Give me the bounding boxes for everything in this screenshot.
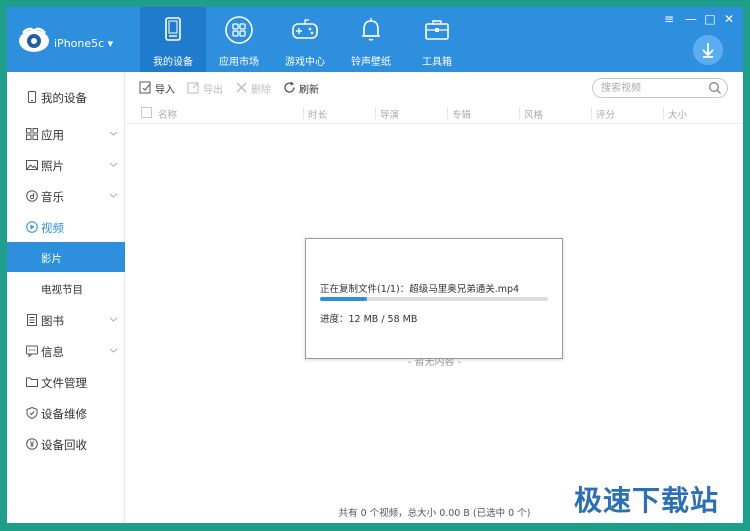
progress-bar: [320, 297, 548, 301]
gamepad-icon: [292, 19, 318, 39]
copy-status-text: 正在复制文件(1/1)：超级马里奥兄弟通关.mp4: [320, 284, 520, 295]
sidebar-item-photos[interactable]: 照片: [7, 150, 125, 180]
tab-ringtones-wallpapers[interactable]: 铃声壁纸: [338, 7, 404, 72]
bell-icon: [362, 18, 380, 41]
site-watermark: 极速下载站: [574, 484, 720, 517]
col-size[interactable]: 大小: [668, 107, 687, 121]
select-all-checkbox[interactable]: [141, 107, 152, 118]
sidebar-item-apps[interactable]: 应用: [7, 119, 125, 149]
column-divider: [519, 107, 520, 119]
sidebar-item-my-device[interactable]: 我的设备: [7, 82, 125, 112]
grid-icon: [26, 128, 38, 140]
refresh-icon: [284, 81, 295, 93]
sidebar-item-label: 设备维修: [41, 407, 87, 421]
refresh-button[interactable]: 刷新: [283, 81, 323, 96]
download-icon: [702, 43, 714, 58]
table-header: 名称 时长 导演 专辑 风格 评分 大小: [126, 102, 743, 124]
chevron-down-icon: [109, 348, 118, 353]
delete-icon: [236, 82, 247, 93]
tab-toolbox[interactable]: 工具箱: [404, 7, 470, 72]
tab-game-center[interactable]: 游戏中心: [272, 7, 338, 72]
export-label: 导出: [203, 85, 223, 96]
itools-logo-icon: [19, 27, 49, 52]
download-manager-button[interactable]: [693, 35, 723, 65]
tab-app-market[interactable]: 应用市场: [206, 7, 272, 72]
message-icon: [26, 345, 38, 357]
copy-progress-dialog: 正在复制文件(1/1)：超级马里奥兄弟通关.mp4 进度：12 MB / 58 …: [305, 238, 563, 359]
tab-my-device[interactable]: 我的设备: [140, 7, 206, 72]
folder-icon: [26, 377, 38, 387]
delete-label: 删除: [251, 85, 271, 96]
sidebar-item-label: 文件管理: [41, 376, 87, 390]
sidebar-item-device-recycle[interactable]: 设备回收: [7, 429, 125, 459]
sidebar-item-music[interactable]: 音乐: [7, 181, 125, 211]
sidebar-item-tv-shows[interactable]: 电视节目: [7, 273, 125, 303]
sidebar: 我的设备 应用 照片 音乐 视频 影片 电视节目 图书 信息 文件管理 设备维修…: [7, 72, 125, 523]
refresh-label: 刷新: [299, 85, 319, 96]
sidebar-item-video[interactable]: 视频: [7, 212, 125, 242]
col-album[interactable]: 专辑: [452, 107, 471, 121]
maximize-icon[interactable]: □: [703, 12, 717, 26]
column-divider: [663, 107, 664, 119]
export-button[interactable]: 导出: [187, 81, 227, 96]
sidebar-item-file-management[interactable]: 文件管理: [7, 367, 125, 397]
sidebar-item-label: 设备回收: [41, 438, 87, 452]
col-name[interactable]: 名称: [158, 107, 177, 121]
menu-icon[interactable]: ≡: [662, 12, 676, 26]
sidebar-item-label: 我的设备: [41, 91, 87, 105]
toolbox-icon: [425, 20, 449, 40]
music-icon: [26, 190, 38, 202]
chevron-down-icon: [109, 317, 118, 322]
sidebar-item-messages[interactable]: 信息: [7, 336, 125, 366]
top-bar: iPhone5c ▾ 我的设备 应用市场 游戏中心 铃声壁纸 工具箱 ≡ — □…: [7, 7, 743, 72]
sidebar-item-movies[interactable]: 影片: [7, 242, 125, 272]
app-window: iPhone5c ▾ 我的设备 应用市场 游戏中心 铃声壁纸 工具箱 ≡ — □…: [7, 7, 743, 523]
device-selector[interactable]: iPhone5c ▾: [54, 37, 113, 50]
search-icon[interactable]: [708, 81, 722, 95]
column-divider: [591, 107, 592, 119]
chevron-down-icon: [109, 162, 118, 167]
chevron-down-icon: [109, 131, 118, 136]
column-divider: [375, 107, 376, 119]
tab-label: 应用市场: [219, 57, 259, 68]
col-duration[interactable]: 时长: [308, 107, 327, 121]
delete-button[interactable]: 删除: [235, 81, 275, 96]
app-grid-icon: [225, 16, 253, 44]
column-divider: [303, 107, 304, 119]
import-icon: [139, 81, 151, 94]
phone-icon: [28, 91, 36, 103]
play-icon: [26, 221, 38, 233]
repair-icon: [26, 407, 38, 419]
import-label: 导入: [155, 85, 175, 96]
tab-label: 铃声壁纸: [351, 57, 391, 68]
sidebar-item-label: 应用: [41, 128, 64, 142]
tab-label: 游戏中心: [285, 57, 325, 68]
sidebar-item-label: 电视节目: [41, 284, 83, 296]
sidebar-item-label: 影片: [41, 253, 62, 265]
sidebar-item-label: 视频: [41, 221, 64, 235]
tablet-icon: [165, 17, 181, 41]
close-icon[interactable]: ✕: [722, 12, 736, 26]
sidebar-item-books[interactable]: 图书: [7, 305, 125, 335]
col-director[interactable]: 导演: [380, 107, 399, 121]
column-divider: [447, 107, 448, 119]
sidebar-item-label: 音乐: [41, 190, 64, 204]
sidebar-item-label: 图书: [41, 314, 64, 328]
sidebar-item-label: 信息: [41, 345, 64, 359]
col-rating[interactable]: 评分: [596, 107, 615, 121]
sidebar-item-label: 照片: [41, 159, 64, 173]
tab-label: 我的设备: [153, 57, 193, 68]
minimize-icon[interactable]: —: [684, 12, 698, 26]
import-button[interactable]: 导入: [139, 81, 179, 96]
progress-bar-fill: [320, 297, 368, 301]
sidebar-item-device-repair[interactable]: 设备维修: [7, 398, 125, 428]
chevron-down-icon: [109, 193, 118, 198]
image-icon: [26, 160, 38, 170]
recycle-icon: [26, 438, 38, 450]
export-icon: [187, 82, 199, 94]
col-genre[interactable]: 风格: [524, 107, 543, 121]
book-icon: [27, 314, 37, 326]
progress-text: 进度：12 MB / 58 MB: [320, 314, 418, 325]
tab-label: 工具箱: [422, 57, 452, 68]
